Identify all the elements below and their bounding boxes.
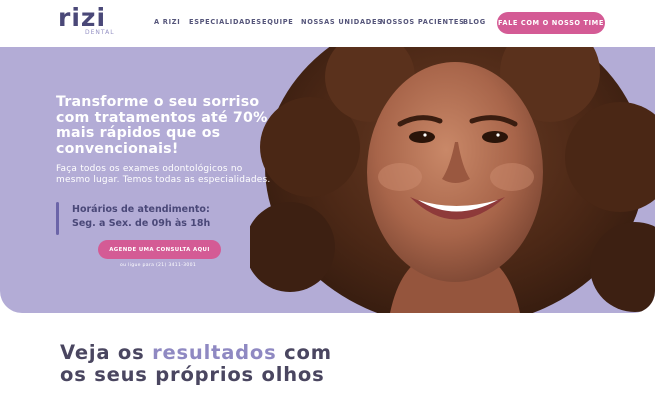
nav-item-especialidades[interactable]: ESPECIALIDADES: [189, 18, 262, 26]
contact-team-button[interactable]: FALE COM O NOSSO TIME: [497, 12, 605, 34]
smiling-woman-photo: [250, 47, 655, 313]
hero-title: Transforme o seu sorriso com tratamentos…: [56, 94, 268, 157]
results-title-accent: resultados: [152, 341, 277, 364]
rizi-dental-logo[interactable]: rizi DENTAL: [58, 3, 115, 38]
hours-label: Horários de atendimento:: [72, 204, 210, 215]
phone-note: ou ligue para (21) 3411-3001: [120, 263, 197, 268]
nav-item-nossas-unidades[interactable]: NOSSAS UNIDADES: [301, 18, 383, 26]
results-title-part2: com: [276, 341, 332, 364]
nav-item-a-rizi[interactable]: A RIZI: [154, 18, 180, 26]
nav-item-blog[interactable]: BLOG: [463, 18, 486, 26]
hero-section: Transforme o seu sorriso com tratamentos…: [0, 47, 655, 313]
logo-wordmark: rizi: [58, 3, 107, 32]
logo-subtitle: DENTAL: [85, 29, 115, 36]
results-section-title: Veja os resultados com os seus próprios …: [60, 342, 332, 386]
nav-item-equipe[interactable]: EQUIPE: [262, 18, 293, 26]
hero-description: Faça todos os exames odontológicos no me…: [56, 164, 271, 185]
nav-item-nossos-pacientes[interactable]: NOSSOS PACIENTES: [380, 18, 465, 26]
results-title-line2: os seus próprios olhos: [60, 363, 325, 386]
hours-accent-bar: [56, 202, 59, 235]
hours-value: Seg. a Sex. de 09h às 18h: [72, 218, 211, 229]
schedule-consultation-button[interactable]: AGENDE UMA CONSULTA AQUI: [98, 240, 221, 259]
site-header: rizi DENTAL A RIZI ESPECIALIDADES EQUIPE…: [0, 0, 655, 47]
results-title-part1: Veja os: [60, 341, 153, 364]
